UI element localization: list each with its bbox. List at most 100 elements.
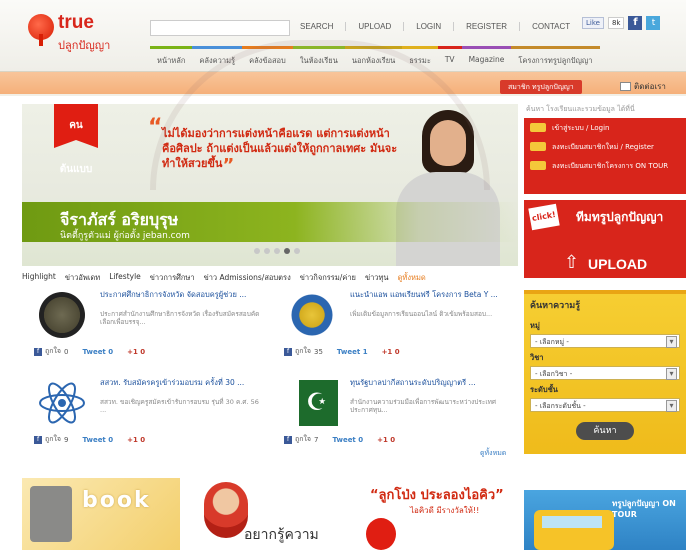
nav-item[interactable]: TV <box>437 46 462 71</box>
facebook-icon[interactable]: f <box>628 16 643 30</box>
nav-item[interactable]: โครงการทรูปลูกปัญญา <box>511 46 600 71</box>
news-desc: สำนักงานความร่วมมือเพื่อการพัฒนาระหว่างป… <box>350 398 497 414</box>
upload-link[interactable]: UPLOAD <box>346 22 405 31</box>
category-tab[interactable]: Lifestyle <box>109 272 141 286</box>
news-item[interactable]: สสวท. รับสมัครครูเข้าร่วมอบรม ครั้งที่ 3… <box>22 376 262 464</box>
site-logo[interactable]: true ปลูกปัญญา <box>22 10 142 58</box>
nav-item[interactable]: ธรรมะ <box>402 46 438 71</box>
pakistan-flag-icon <box>286 380 338 426</box>
subject-select[interactable]: - เลือกวิชา - <box>530 366 680 380</box>
register-link[interactable]: ลงทะเบียนสมาชิกใหม่ / Register <box>524 137 686 156</box>
register-label: ลงทะเบียนสมาชิกใหม่ / Register <box>552 142 654 151</box>
upload-banner[interactable]: click! ทีมทรูปลูกปัญญา ⇧ UPLOAD <box>524 200 686 278</box>
nav-item[interactable]: Magazine <box>461 46 512 71</box>
search-input[interactable] <box>150 20 290 36</box>
balloon-icon <box>366 518 396 550</box>
like-count: 7 <box>314 435 319 444</box>
nav-item[interactable]: ในห้องเรียน <box>292 46 345 71</box>
member-button[interactable]: สมาชิก ทรูปลูกปัญญา <box>500 80 582 94</box>
top-links: SEARCH UPLOAD LOGIN REGISTER CONTACT <box>288 22 582 31</box>
category-tabs: Highlight ข่าวอัพเดท Lifestyle ข่าวการศึกษา… <box>22 272 518 286</box>
gplus-button[interactable]: +1 0 <box>127 436 145 444</box>
hero-quote: ไม่ได้มองว่าการแต่งหน้าคือแรด แต่การแต่ง… <box>148 120 402 173</box>
tweet-button[interactable]: Tweet 1 <box>337 348 368 356</box>
contact-us-link[interactable]: ติดต่อเรา <box>620 80 666 93</box>
share-bar: f ถูกใจ 0 Tweet 0 +1 0 <box>34 346 145 357</box>
tweet-count: 0 <box>358 435 364 444</box>
more-news-link[interactable]: ดูทั้งหมด <box>480 448 506 459</box>
promo-title: “ลูกโป่ง ประลองไอคิว” <box>370 488 504 503</box>
slider-dot[interactable] <box>254 248 260 254</box>
facebook-like-button[interactable]: f ถูกใจ 7 <box>284 434 318 445</box>
category-tab[interactable]: ข่าวการศึกษา <box>150 272 195 286</box>
slider-dots <box>254 248 300 254</box>
slider-dot[interactable] <box>274 248 280 254</box>
level-select[interactable]: - เลือกระดับชั้น - <box>530 398 680 412</box>
share-bar: f ถูกใจ 7 Tweet 0 +1 0 <box>284 434 395 445</box>
bus-icon <box>530 161 546 170</box>
tweet-label: Tweet <box>332 435 356 444</box>
tweet-button[interactable]: Tweet 0 <box>82 348 113 356</box>
search-panel-title: ค้นหาความรู้ <box>530 301 581 311</box>
news-title[interactable]: แนะนำแอพ แอพเรียนฟรี โครงการ Beta Y ... <box>350 290 512 300</box>
category-tab[interactable]: ข่าว Admissions/สอบตรง <box>204 272 291 286</box>
nav-item[interactable]: หน้าหลัก <box>150 46 193 71</box>
gplus-count: 0 <box>140 347 146 356</box>
group-filter-label: หมู่ <box>530 321 540 330</box>
hero-portrait <box>392 110 502 266</box>
nav-item[interactable]: นอกห้องเรียน <box>344 46 403 71</box>
book-banner[interactable]: book <box>22 478 180 550</box>
login-link[interactable]: LOGIN <box>404 22 455 31</box>
category-tab[interactable]: Highlight <box>22 272 56 286</box>
site-header: true ปลูกปัญญา SEARCH UPLOAD LOGIN REGIS… <box>0 0 686 72</box>
tweet-button[interactable]: Tweet 0 <box>82 436 113 444</box>
gplus-button[interactable]: +1 0 <box>377 436 395 444</box>
promo-banners: book อยากรู้ความ “ลูกโป่ง ประลองไอคิว” ไ… <box>22 478 518 550</box>
facebook-like-button[interactable]: f ถูกใจ 35 <box>284 346 323 357</box>
news-title[interactable]: ทุนรัฐบาลปากีสถานระดับปริญญาตรี ... <box>350 378 512 388</box>
ontour-banner[interactable]: ทรูปลูกปัญญา ON TOUR <box>524 490 686 550</box>
search-button[interactable]: ค้นหา <box>576 422 634 440</box>
login-link[interactable]: เข้าสู่ระบบ / Login <box>524 118 686 137</box>
group-select[interactable]: - เลือกหมู่ - <box>530 334 680 348</box>
facebook-like-button[interactable]: Like <box>582 17 604 29</box>
tweet-label: Tweet <box>336 347 361 356</box>
facebook-like-button[interactable]: f ถูกใจ 0 <box>34 346 68 357</box>
login-box: เข้าสู่ระบบ / Login ลงทะเบียนสมาชิกใหม่ … <box>524 118 686 194</box>
sidebar: ค้นหา โรงเรียนและรวมข้อมูล ได้ที่นี่ เข้… <box>524 104 686 550</box>
contact-link[interactable]: CONTACT <box>520 22 582 31</box>
balloon-iq-banner[interactable]: “ลูกโป่ง ประลองไอคิว” ไอคิวดี มีรางวัลให… <box>348 478 518 550</box>
news-item[interactable]: แนะนำแอพ แอพเรียนฟรี โครงการ Beta Y ... … <box>272 288 512 376</box>
atom-icon <box>36 380 88 426</box>
search-link[interactable]: SEARCH <box>288 22 347 31</box>
tweet-button[interactable]: Tweet 0 <box>332 436 363 444</box>
gplus-button[interactable]: +1 0 <box>382 348 400 356</box>
nav-item[interactable]: คลังความรู้ <box>192 46 243 71</box>
twitter-icon[interactable]: t <box>646 16 661 30</box>
subject-filter-label: วิชา <box>530 353 544 362</box>
category-tab[interactable]: ข่าวอัพเดท <box>65 272 100 286</box>
gplus-button[interactable]: +1 0 <box>127 348 145 356</box>
logo-subtitle: ปลูกปัญญา <box>58 39 111 52</box>
slider-dot-active[interactable] <box>284 248 290 254</box>
facebook-icon: f <box>284 347 292 356</box>
slider-dot[interactable] <box>264 248 270 254</box>
slider-dot[interactable] <box>294 248 300 254</box>
news-title[interactable]: สสวท. รับสมัครครูเข้าร่วมอบรม ครั้งที่ 3… <box>100 378 262 388</box>
nav-item[interactable]: คลังข้อสอบ <box>242 46 293 71</box>
category-tab[interactable]: ข่าวกิจกรรม/ค่าย <box>300 272 356 286</box>
main-nav: หน้าหลัก คลังความรู้ คลังข้อสอบ ในห้องเรียน… <box>150 46 600 71</box>
facebook-like-button[interactable]: f ถูกใจ 9 <box>34 434 68 445</box>
category-tab[interactable]: ข่าวทุน <box>365 272 389 286</box>
hero-banner[interactable]: คนต้นแบบ ไม่ได้มองว่าการแต่งหน้าคือแรด แ… <box>22 104 518 266</box>
news-item[interactable]: ทุนรัฐบาลปากีสถานระดับปริญญาตรี ... สำนั… <box>272 376 512 464</box>
news-item[interactable]: ประกาศศึกษาธิการจังหวัด จัดสอบครูผู้ช่วย… <box>22 288 262 376</box>
tweet-count: 0 <box>108 435 114 444</box>
ontour-register-link[interactable]: ลงทะเบียนสมาชิกโครงการ ON TOUR <box>524 156 686 175</box>
like-label: ถูกใจ <box>45 435 61 443</box>
category-tab[interactable]: ดูทั้งหมด <box>398 272 426 286</box>
register-link[interactable]: REGISTER <box>454 22 521 31</box>
mascot-banner[interactable]: อยากรู้ความ <box>184 478 344 550</box>
news-title[interactable]: ประกาศศึกษาธิการจังหวัด จัดสอบครูผู้ช่วย… <box>100 290 262 300</box>
upload-arrow-icon: ⇧ <box>564 252 580 273</box>
